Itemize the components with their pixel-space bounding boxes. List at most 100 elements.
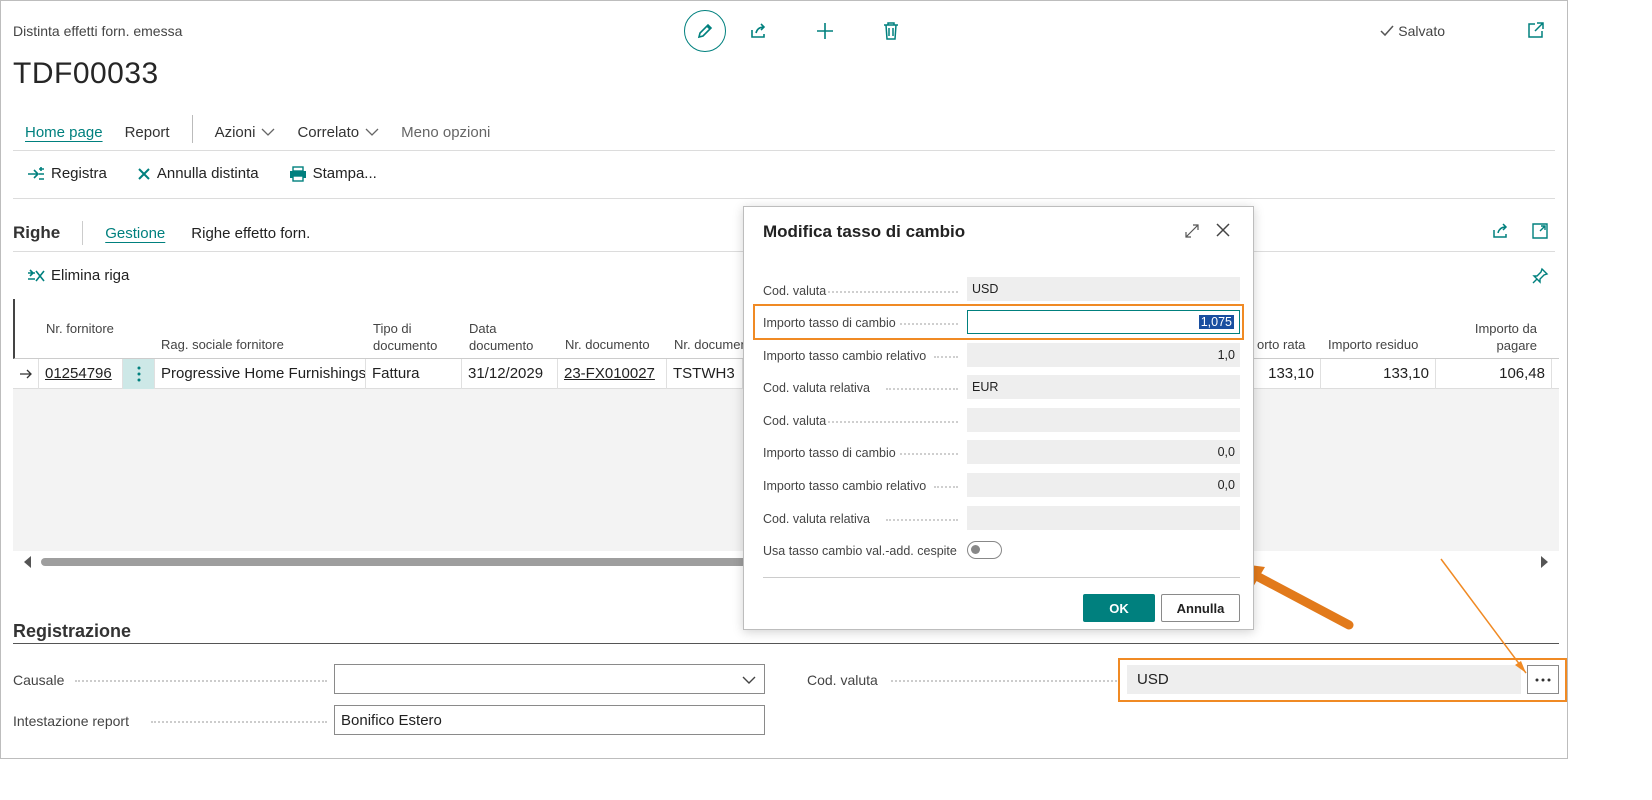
lines-expand-button[interactable] <box>1531 222 1549 245</box>
printer-icon <box>289 165 306 182</box>
saved-status: Salvato <box>1379 23 1445 39</box>
dlg-value-relational-rate-2[interactable]: 0,0 <box>967 473 1240 497</box>
cell-remaining[interactable]: 133,10 <box>1321 359 1436 389</box>
dlg-value-currency[interactable]: USD <box>967 277 1240 301</box>
dlg-value-relational-currency-2[interactable] <box>967 506 1240 530</box>
dots <box>886 519 958 521</box>
more-vertical-icon <box>137 366 140 382</box>
nav-separator <box>191 115 193 143</box>
dialog-close-button[interactable] <box>1215 222 1231 243</box>
close-icon <box>1216 223 1230 237</box>
open-in-new-icon <box>1528 22 1544 38</box>
share-button[interactable] <box>726 10 792 52</box>
lines-share-button[interactable] <box>1491 222 1511 245</box>
dots <box>828 421 958 423</box>
personalize-button[interactable] <box>1531 267 1549 290</box>
divider <box>13 198 1555 199</box>
stampa-button[interactable]: Stampa... <box>289 165 377 182</box>
share-icon <box>751 23 766 38</box>
elimina-riga-button[interactable]: Elimina riga <box>27 267 129 284</box>
currency-label: Cod. valuta <box>807 672 878 688</box>
highlight-frame <box>753 304 1244 340</box>
cell-doc-no[interactable]: 23-FX010027 <box>558 359 667 389</box>
col-to-pay[interactable]: Importo da pagare <box>1455 320 1537 354</box>
dots <box>151 721 327 723</box>
dots <box>75 680 327 682</box>
open-new-window-button[interactable] <box>1527 21 1545 44</box>
new-button[interactable] <box>792 10 858 52</box>
col-installment[interactable]: orto rata <box>1257 336 1305 353</box>
dots <box>891 680 1117 682</box>
annulla-distinta-button[interactable]: Annulla distinta <box>137 165 259 182</box>
nav-azioni[interactable]: Azioni <box>215 124 276 141</box>
cell-supplier-no[interactable]: 01254796 <box>39 359 123 389</box>
tab-righe-effetto[interactable]: Righe effetto forn. <box>191 225 310 242</box>
dlg-label-fa-rate: Usa tasso cambio val.-add. cespite <box>763 544 957 558</box>
dlg-label-relational-currency: Cod. valuta relativa <box>763 381 871 395</box>
lines-title: Righe <box>13 223 61 242</box>
report-header-label: Intestazione report <box>13 713 129 729</box>
lines-header: Righe Gestione Righe effetto forn. <box>13 221 310 245</box>
page-title: TDF00033 <box>13 57 159 90</box>
action-bar: Registra Annulla distinta Stampa... <box>27 165 407 182</box>
divider <box>13 150 1555 151</box>
cell-supplier-name[interactable]: Progressive Home Furnishings <box>155 359 366 389</box>
col-supplier-no[interactable]: Nr. fornitore <box>46 320 126 337</box>
report-header-input[interactable]: Bonifico Estero <box>334 705 765 735</box>
dlg-value-exchange-rate-2[interactable]: 0,0 <box>967 440 1240 464</box>
dialog-expand-button[interactable] <box>1185 224 1199 243</box>
cell-installment[interactable]: 133,10 <box>1243 359 1321 389</box>
col-doc-no[interactable]: Nr. documento <box>565 336 650 353</box>
saved-label: Salvato <box>1398 23 1445 39</box>
arrow-right-icon <box>20 369 32 379</box>
cell-doc-no2[interactable]: TSTWH3 <box>667 359 743 389</box>
dlg-label-relational-rate-2: Importo tasso cambio relativo <box>763 479 927 493</box>
ok-button[interactable]: OK <box>1083 594 1155 622</box>
stampa-label: Stampa... <box>312 165 377 182</box>
page-subtitle: Distinta effetti forn. emessa <box>13 23 183 39</box>
nav-home[interactable]: Home page <box>25 124 103 141</box>
dots <box>934 486 958 488</box>
tab-gestione[interactable]: Gestione <box>105 225 165 242</box>
separator <box>82 221 84 245</box>
dots <box>828 291 958 293</box>
registra-button[interactable]: Registra <box>27 165 107 182</box>
annotation-arrows <box>1234 558 1527 674</box>
dlg-label-currency: Cod. valuta <box>763 284 827 298</box>
delete-button[interactable] <box>858 10 924 52</box>
col-doc-type[interactable]: Tipo di documento <box>373 320 443 354</box>
dlg-value-relational-currency[interactable]: EUR <box>967 375 1240 399</box>
col-doc-no2[interactable]: Nr. documen <box>674 336 748 353</box>
nav-correlato[interactable]: Correlato <box>297 124 379 141</box>
scroll-left-icon <box>24 556 31 568</box>
section-title: Registrazione <box>13 621 132 641</box>
causale-label: Causale <box>13 672 65 688</box>
annulla-label: Annulla distinta <box>156 165 259 182</box>
cell-doc-type[interactable]: Fattura <box>366 359 462 389</box>
chevron-down-icon <box>365 128 379 136</box>
nav-less-options[interactable]: Meno opzioni <box>401 124 490 141</box>
share-icon <box>1493 223 1508 238</box>
edit-button[interactable] <box>684 10 726 52</box>
dots <box>934 356 958 358</box>
col-supplier-name[interactable]: Rag. sociale fornitore <box>161 336 284 353</box>
exchange-rate-dialog: Modifica tasso di cambio Cod. valuta USD… <box>743 206 1254 630</box>
row-menu-button[interactable] <box>123 359 155 389</box>
dialog-title: Modifica tasso di cambio <box>763 222 966 241</box>
dots <box>886 388 958 390</box>
dlg-value-relational-rate[interactable]: 1,0 <box>967 343 1240 367</box>
chevron-down-icon <box>742 676 756 684</box>
cell-doc-date[interactable]: 31/12/2029 <box>462 359 558 389</box>
top-toolbar <box>684 10 924 52</box>
cancel-button[interactable]: Annulla <box>1161 594 1240 622</box>
col-remaining[interactable]: Importo residuo <box>1328 336 1418 353</box>
fa-rate-toggle[interactable] <box>967 541 1002 559</box>
cell-to-pay[interactable]: 106,48 <box>1436 359 1552 389</box>
nav-report[interactable]: Report <box>125 124 170 141</box>
causale-select[interactable] <box>334 664 765 694</box>
dlg-value-currency-2[interactable] <box>967 408 1240 432</box>
col-doc-date[interactable]: Data documento <box>469 320 539 354</box>
trash-icon <box>884 22 898 40</box>
scroll-thumb[interactable] <box>41 558 781 566</box>
registra-label: Registra <box>51 165 107 182</box>
